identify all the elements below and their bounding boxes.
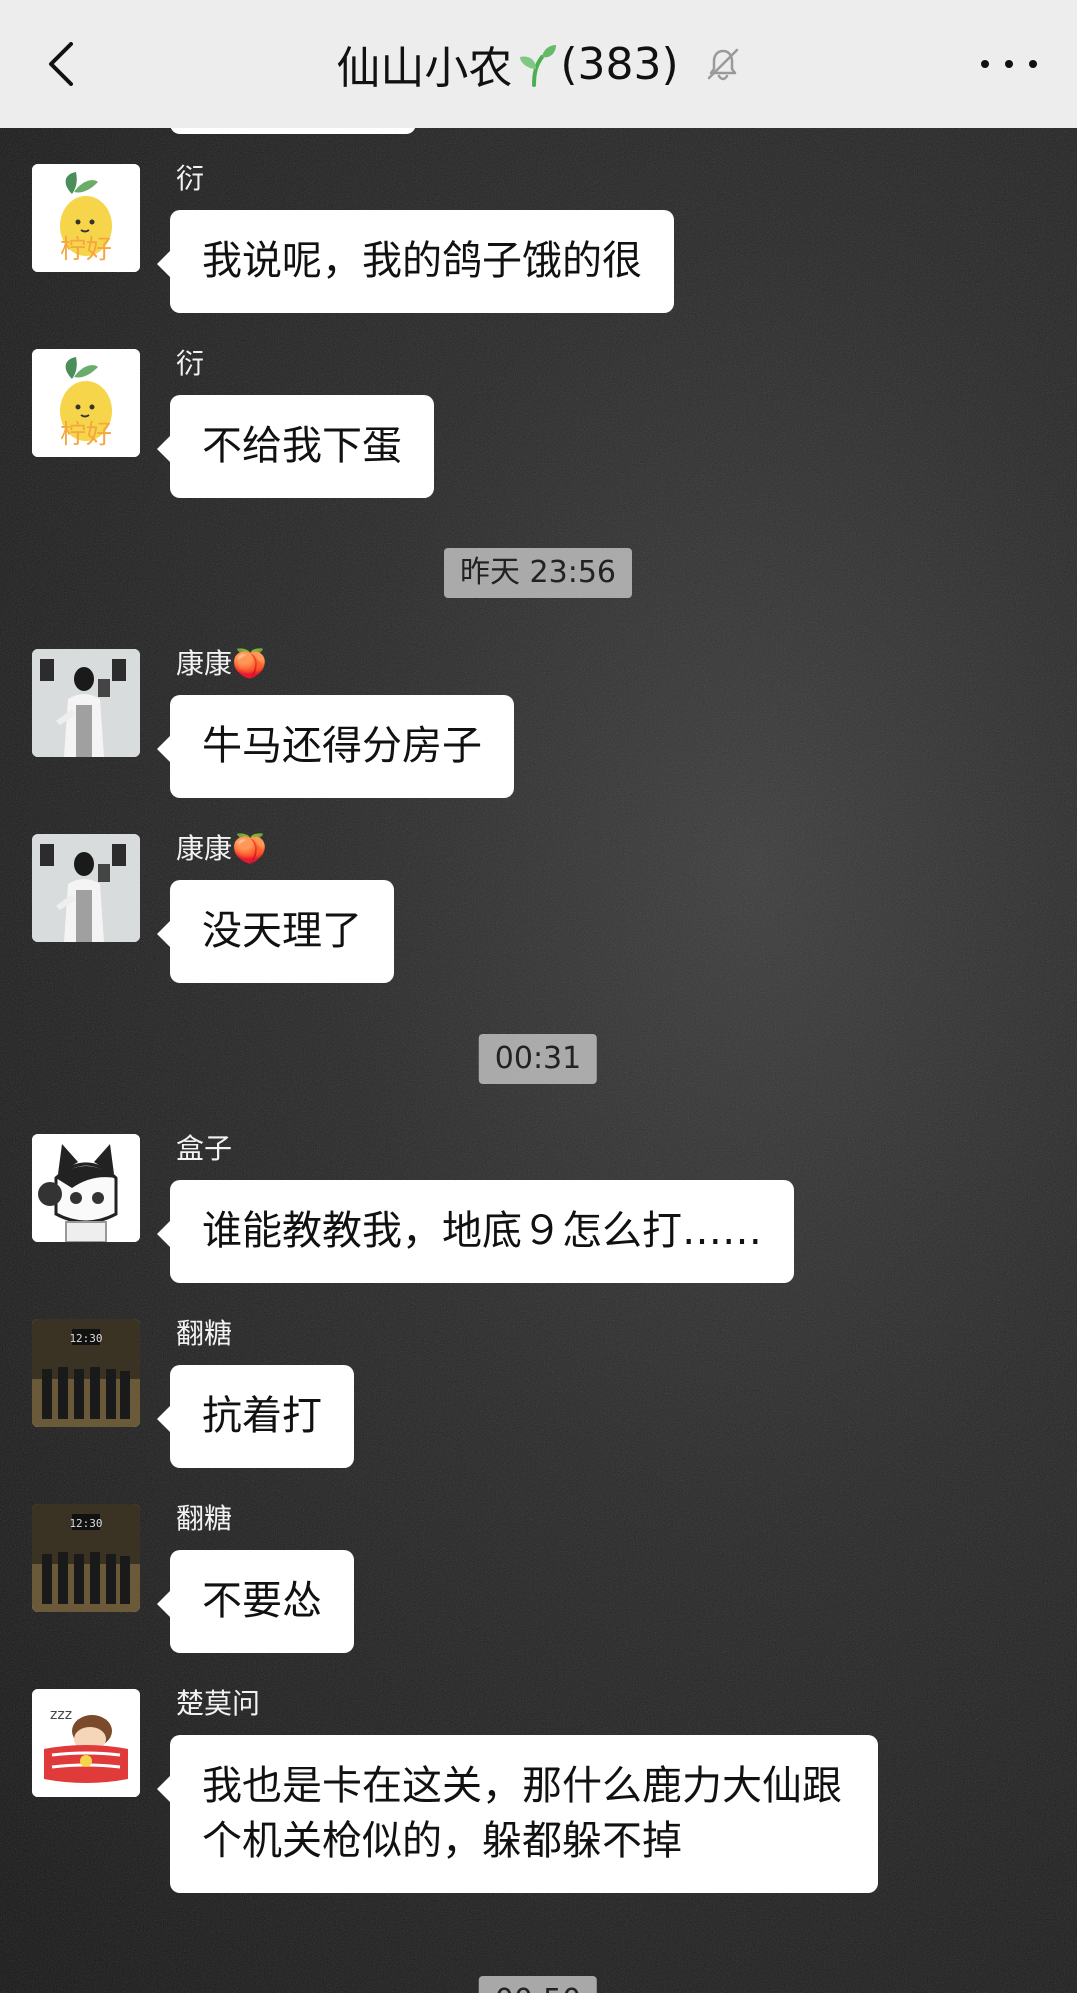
message-bubble[interactable]: 我说呢，我的鸽子饿的很 <box>157 210 674 313</box>
message-bubble[interactable]: 牛马还得分房子 <box>157 695 514 798</box>
svg-text:zzz: zzz <box>50 1707 72 1723</box>
chevron-left-icon <box>49 42 73 86</box>
message-bubble[interactable]: 没天理了 <box>157 880 394 983</box>
chat-area[interactable]: 柠好 衍 我说呢，我的鸽子饿的很 柠好 衍 不给我下蛋 昨天 23:56 康康🍑… <box>0 128 1077 1993</box>
sender-name: 翻糖 <box>176 1317 233 1350</box>
avatar[interactable] <box>32 649 140 757</box>
sleeping-avatar-icon: zzz <box>32 1689 140 1797</box>
member-count: (383) <box>560 38 679 90</box>
sender-name: 康康🍑 <box>176 647 267 680</box>
avatar[interactable]: 柠好 <box>32 164 140 272</box>
svg-text:12:30: 12:30 <box>69 1332 102 1345</box>
back-button[interactable] <box>36 32 86 96</box>
avatar[interactable] <box>32 834 140 942</box>
more-button[interactable] <box>981 48 1037 80</box>
group-title[interactable]: 仙山小农 (383) <box>336 32 740 96</box>
timestamp: 昨天 23:56 <box>444 548 632 598</box>
svg-text:柠好: 柠好 <box>60 420 112 450</box>
sender-name: 康康🍑 <box>176 832 267 865</box>
chat-header: 仙山小农 (383) <box>0 0 1077 128</box>
photo-avatar-icon <box>32 834 140 942</box>
message-bubble[interactable]: 抗着打 <box>157 1365 354 1468</box>
avatar[interactable]: 12:30 <box>32 1504 140 1612</box>
lemon-avatar-icon: 柠好 <box>32 164 140 272</box>
sender-name: 翻糖 <box>176 1502 233 1535</box>
svg-text:12:30: 12:30 <box>69 1517 102 1530</box>
svg-text:柠好: 柠好 <box>60 235 112 265</box>
sender-name: 楚莫问 <box>176 1687 261 1720</box>
message-bubble[interactable]: 不要怂 <box>157 1550 354 1653</box>
message-bubble[interactable]: 谁能教教我，地底９怎么打…… <box>157 1180 794 1283</box>
sender-name: 衍 <box>176 162 205 195</box>
avatar[interactable] <box>32 1134 140 1242</box>
dot-icon <box>1005 60 1013 68</box>
message-bubble[interactable]: 不给我下蛋 <box>157 395 434 498</box>
timestamp: 00:50 <box>478 1976 598 1993</box>
avatar[interactable]: 12:30 <box>32 1319 140 1427</box>
cat-avatar-icon <box>32 1134 140 1242</box>
dot-icon <box>1029 60 1037 68</box>
avatar[interactable]: 柠好 <box>32 349 140 457</box>
previous-message-bubble <box>170 128 416 134</box>
avatar[interactable]: zzz <box>32 1689 140 1797</box>
photo-avatar-icon <box>32 649 140 757</box>
message-bubble[interactable]: 我也是卡在这关，那什么鹿力大仙跟个机关枪似的，躲都躲不掉 <box>157 1735 878 1893</box>
group-name: 仙山小农 <box>336 43 513 94</box>
dot-icon <box>981 60 989 68</box>
band-avatar-icon: 12:30 <box>32 1319 140 1427</box>
lemon-avatar-icon: 柠好 <box>32 349 140 457</box>
band-avatar-icon: 12:30 <box>32 1504 140 1612</box>
sender-name: 衍 <box>176 347 205 380</box>
bell-off-icon <box>707 48 738 81</box>
sender-name: 盒子 <box>176 1132 233 1165</box>
seedling-icon <box>520 45 557 87</box>
timestamp: 00:31 <box>478 1034 598 1084</box>
